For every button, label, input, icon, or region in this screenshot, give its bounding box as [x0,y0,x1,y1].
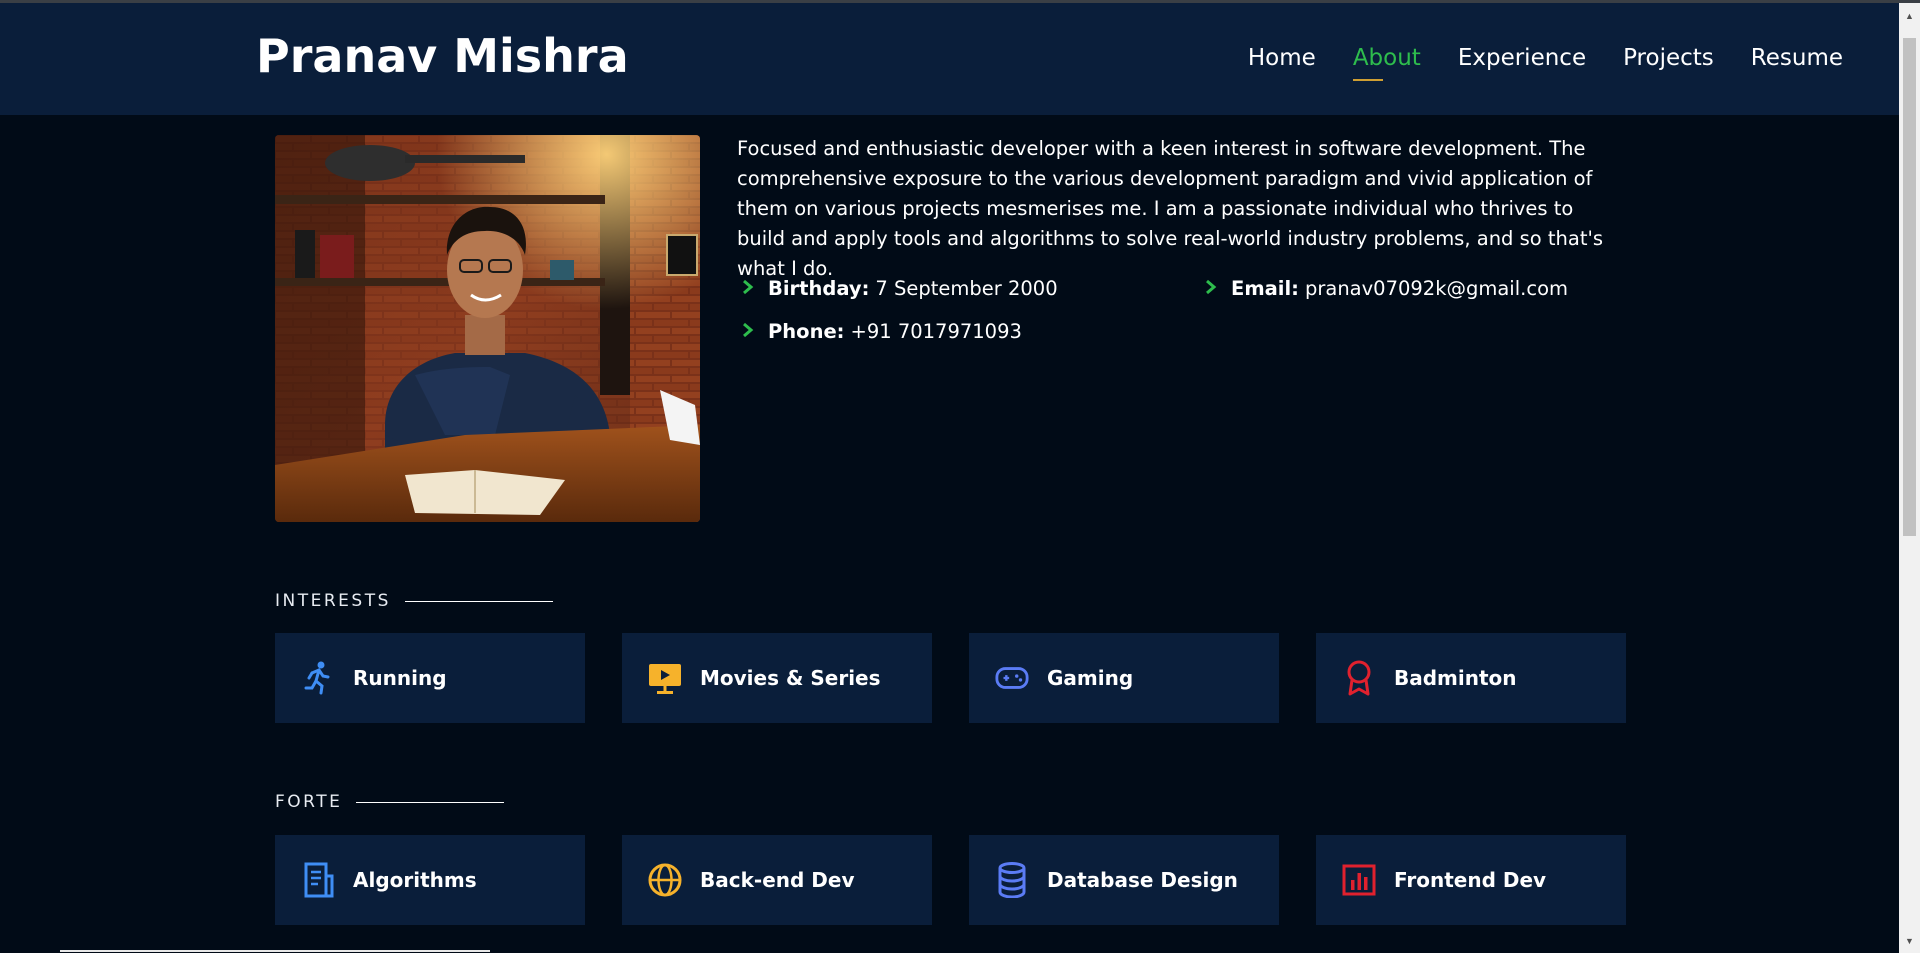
info-email: Email: pranav07092k@gmail.com [1205,276,1568,300]
scroll-up-arrow-icon[interactable]: ▲ [1899,7,1920,24]
main-nav: Home About Experience Projects Resume [1211,45,1843,81]
chevron-right-icon [742,276,754,300]
phone-value: +91 7017971093 [850,319,1022,343]
birthday-value: 7 September 2000 [875,276,1058,300]
interest-card-badminton[interactable]: Badminton [1316,633,1626,723]
forte-card-frontend[interactable]: Frontend Dev [1316,835,1626,925]
interest-label: Badminton [1394,666,1517,690]
forte-card-backend[interactable]: Back-end Dev [622,835,932,925]
forte-label: Database Design [1047,868,1238,892]
forte-label: Back-end Dev [700,868,855,892]
forte-title: FORTE [275,792,505,812]
movie-screen-icon [648,661,682,695]
interest-label: Gaming [1047,666,1134,690]
scrollbar-thumb[interactable] [1903,38,1916,536]
interest-card-movies[interactable]: Movies & Series [622,633,932,723]
interest-card-running[interactable]: Running [275,633,585,723]
info-phone: Phone: +91 7017971093 [742,319,1022,343]
forte-card-database[interactable]: Database Design [969,835,1279,925]
horizontal-scroll-indicator [60,950,490,952]
database-icon [995,862,1029,898]
interest-label: Running [353,666,447,690]
chevron-right-icon [1205,276,1217,300]
gamepad-icon [995,661,1029,695]
bar-chart-icon [1342,863,1376,897]
email-label: Email: [1231,276,1299,300]
birthday-label: Birthday: [768,276,870,300]
email-value: pranav07092k@gmail.com [1304,276,1568,300]
award-ribbon-icon [1342,660,1376,696]
interest-label: Movies & Series [700,666,881,690]
nav-projects[interactable]: Projects [1623,45,1714,81]
site-logo[interactable]: Pranav Mishra [256,29,629,83]
section-divider [356,801,505,803]
forte-card-algorithms[interactable]: Algorithms [275,835,585,925]
bio-paragraph: Focused and enthusiastic developer with … [737,137,1604,280]
forte-label: Frontend Dev [1394,868,1547,892]
document-list-icon [301,862,335,898]
section-divider [404,600,553,602]
profile-photo [275,135,700,522]
running-icon [301,661,335,695]
nav-resume[interactable]: Resume [1751,45,1843,81]
chevron-right-icon [742,319,754,343]
nav-home[interactable]: Home [1248,45,1316,81]
site-header: Pranav Mishra Home About Experience Proj… [0,3,1899,115]
forte-label: Algorithms [353,868,477,892]
interest-card-gaming[interactable]: Gaming [969,633,1279,723]
info-birthday: Birthday: 7 September 2000 [742,276,1058,300]
scroll-down-arrow-icon[interactable]: ▼ [1899,932,1920,949]
globe-icon [648,863,682,897]
vertical-scrollbar[interactable]: ▲ ▼ [1899,3,1920,953]
nav-experience[interactable]: Experience [1458,45,1586,81]
phone-label: Phone: [768,319,845,343]
nav-about[interactable]: About [1352,45,1421,81]
interests-title: INTERESTS [275,591,553,611]
